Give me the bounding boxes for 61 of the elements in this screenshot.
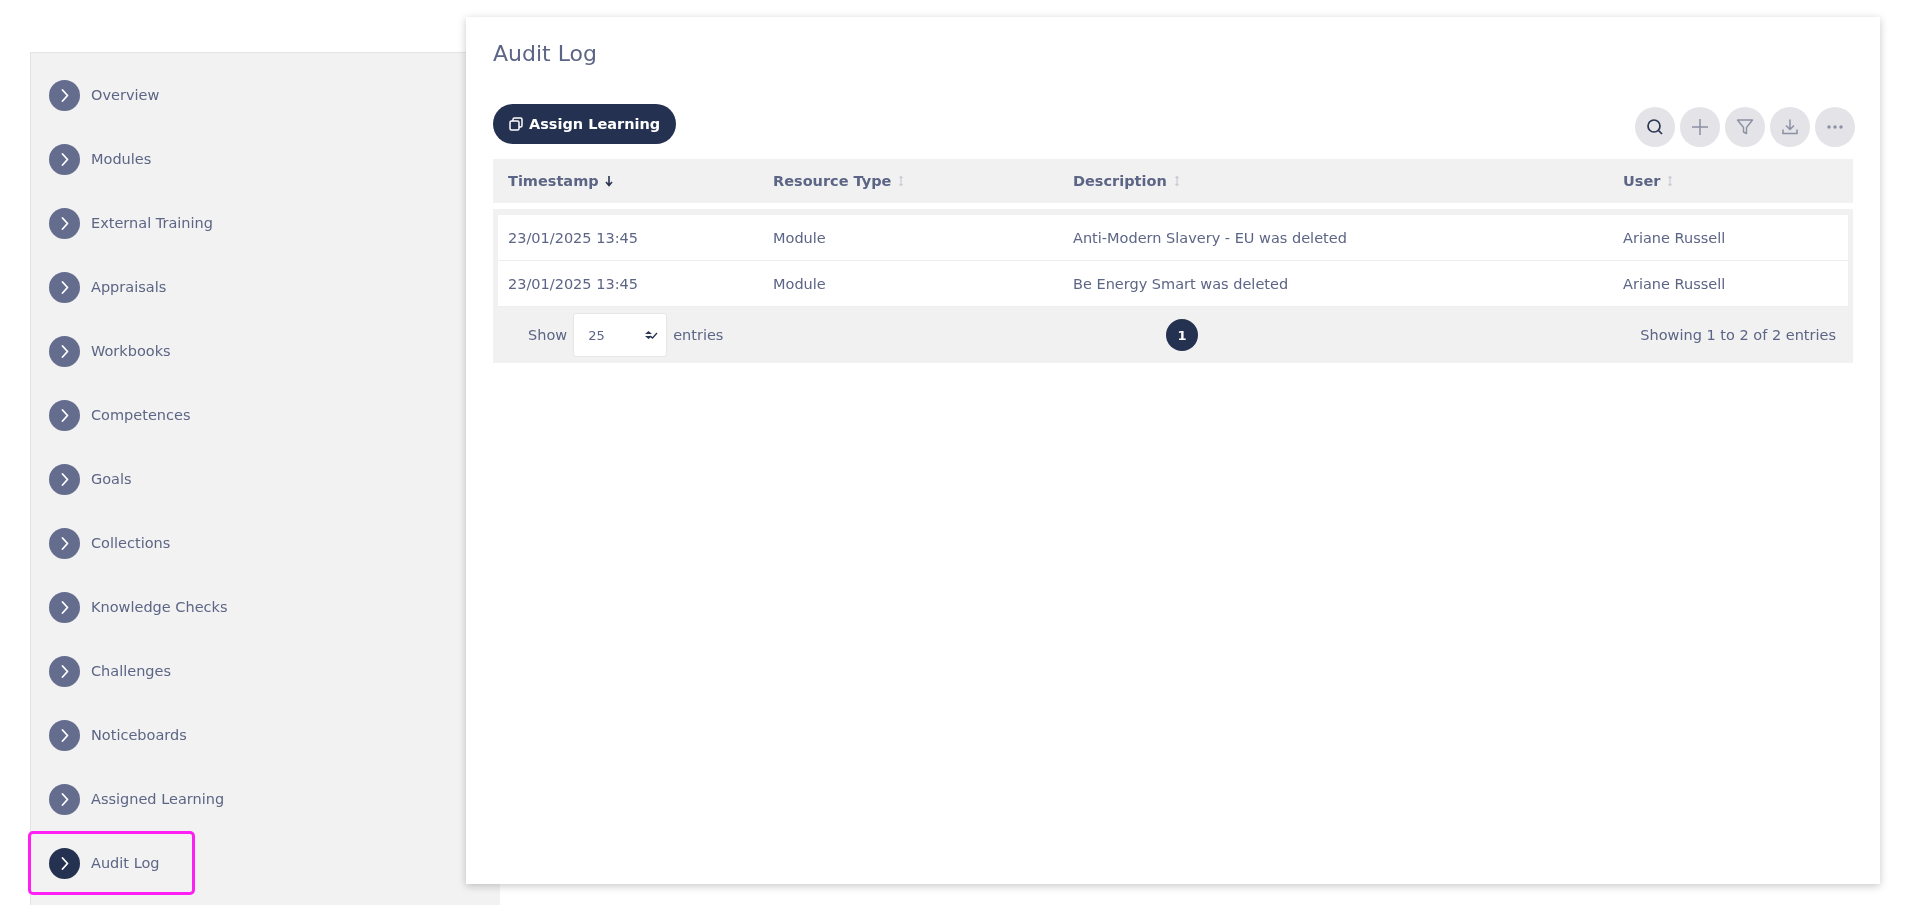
chevron-icon — [49, 783, 80, 815]
show-label: Show — [528, 327, 568, 343]
sidebar-item[interactable]: Knowledge Checks — [49, 578, 258, 636]
entries-summary: Showing 1 to 2 of 2 entries — [1640, 327, 1836, 343]
download-icon — [1780, 117, 1800, 137]
sidebar-item[interactable]: Goals — [49, 450, 162, 508]
sidebar-item[interactable]: Challenges — [49, 642, 202, 700]
chevron-icon — [49, 79, 80, 111]
page-button[interactable]: 1 — [1166, 319, 1198, 351]
table-cell: Ariane Russell — [1623, 229, 1726, 246]
sidebar-item[interactable]: Collections — [49, 514, 201, 572]
sidebar-item[interactable]: Workbooks — [49, 322, 201, 380]
select-arrows-icon — [644, 330, 659, 340]
column-header[interactable]: Description — [1073, 173, 1181, 189]
table-cell: 23/01/2025 13:45 — [508, 275, 638, 292]
sort-icon — [1666, 175, 1675, 187]
sidebar-item[interactable]: Modules — [49, 130, 182, 188]
table-cell: 23/01/2025 13:45 — [508, 229, 638, 246]
ellipsis-icon — [1827, 125, 1843, 129]
table-cell: Anti-Modern Slavery - EU was deleted — [1073, 229, 1347, 246]
page-title: Audit Log — [493, 41, 598, 66]
copy-icon — [509, 117, 523, 131]
column-header[interactable]: Resource Type — [773, 173, 906, 189]
download-button[interactable] — [1770, 107, 1810, 147]
filter-button[interactable] — [1725, 107, 1765, 147]
table-cell: Module — [773, 229, 826, 246]
sidebar-item[interactable]: Noticeboards — [49, 706, 217, 764]
sort-descending-icon — [604, 175, 613, 187]
chevron-icon — [49, 591, 80, 623]
chevron-icon — [49, 847, 80, 879]
sidebar-item[interactable]: Audit Log — [31, 834, 192, 892]
table-cell: Ariane Russell — [1623, 275, 1726, 292]
more-button[interactable] — [1815, 107, 1855, 147]
sidebar-item[interactable]: Overview — [49, 66, 190, 124]
add-button[interactable] — [1680, 107, 1720, 147]
assign-learning-button[interactable]: Assign Learning — [493, 104, 677, 144]
chevron-icon — [49, 271, 80, 303]
chevron-icon — [49, 719, 80, 751]
sidebar-item[interactable]: Competences — [49, 386, 221, 444]
filter-icon — [1735, 117, 1755, 137]
chevron-icon — [49, 655, 80, 687]
sort-icon — [897, 175, 906, 187]
chevron-icon — [49, 335, 80, 367]
chevron-icon — [49, 463, 80, 495]
sidebar-item[interactable]: Assigned Learning — [49, 770, 255, 828]
page-size-select[interactable]: 25 — [573, 313, 668, 357]
chevron-icon — [49, 143, 80, 175]
chevron-icon — [49, 207, 80, 239]
sidebar-item[interactable]: External Training — [49, 194, 243, 252]
sort-icon — [1172, 175, 1181, 187]
chevron-icon — [49, 527, 80, 559]
column-header[interactable]: User — [1623, 173, 1675, 189]
search-button[interactable] — [1635, 107, 1675, 147]
column-header[interactable]: Timestamp — [508, 173, 613, 189]
plus-icon — [1690, 117, 1710, 137]
table-cell: Be Energy Smart was deleted — [1073, 275, 1289, 292]
sidebar-item[interactable]: Appraisals — [49, 258, 197, 316]
entries-label: entries — [673, 327, 724, 343]
table-cell: Module — [773, 275, 826, 292]
search-icon — [1645, 117, 1665, 137]
chevron-icon — [49, 399, 80, 431]
